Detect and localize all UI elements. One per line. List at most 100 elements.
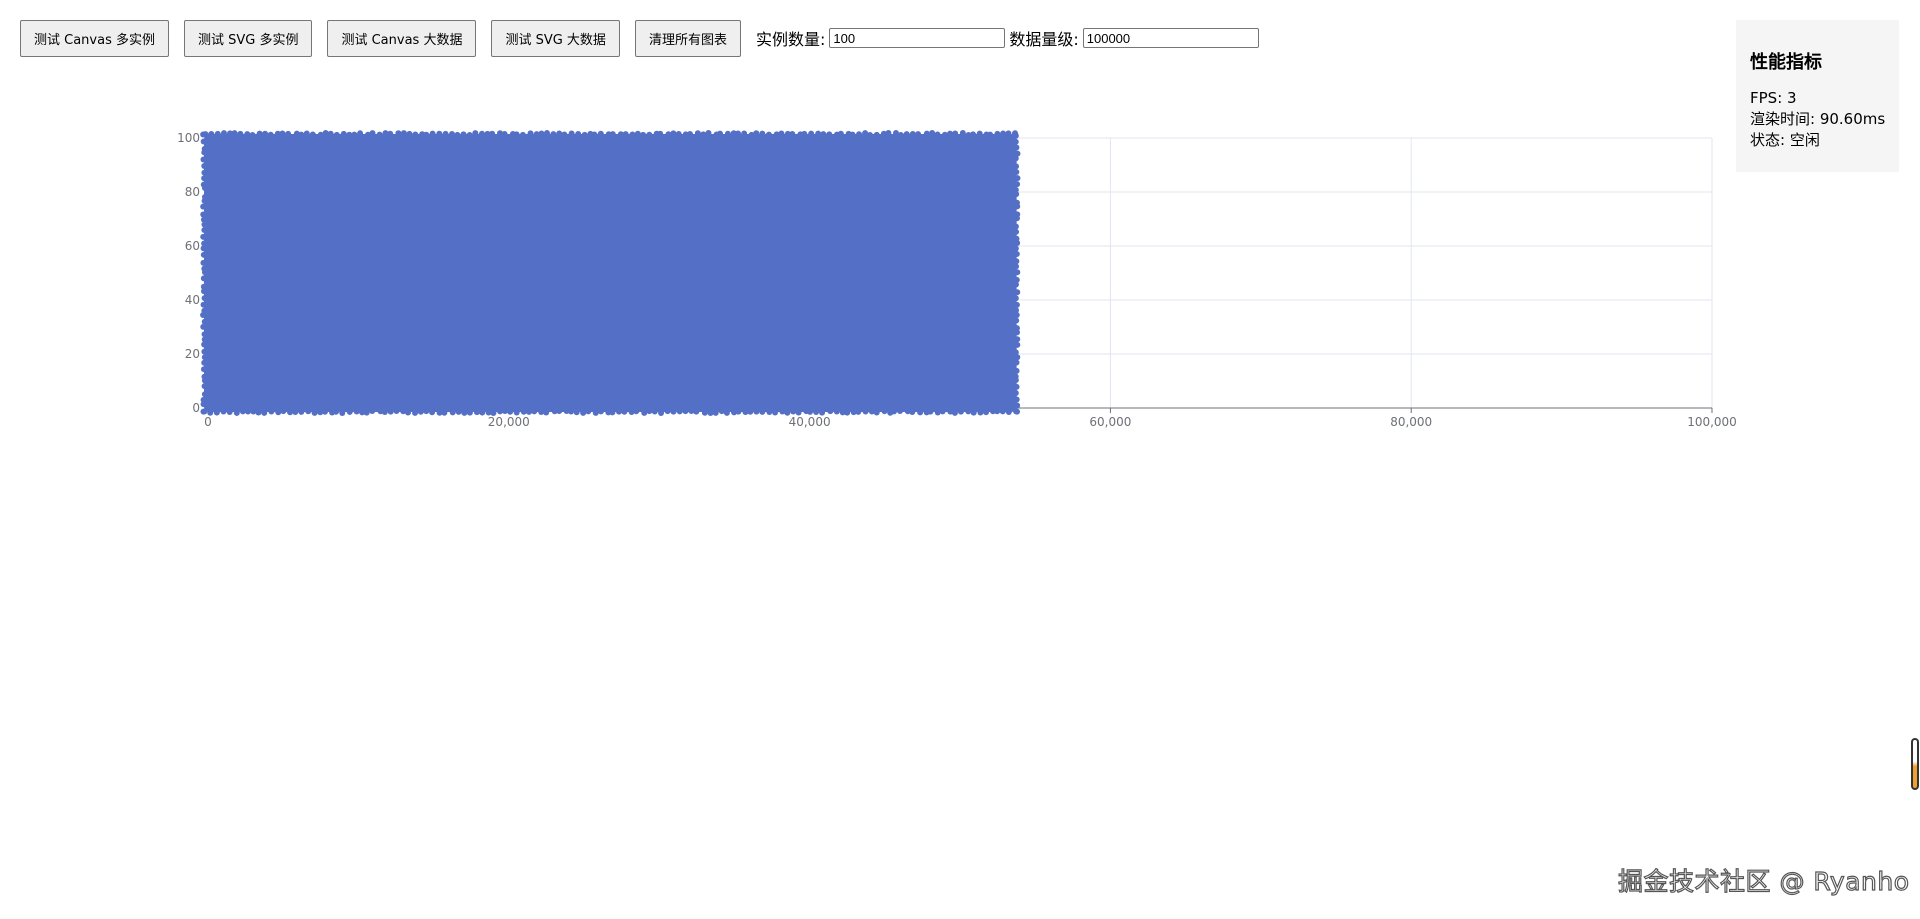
scatter-point [1013, 359, 1020, 366]
scatter-point [423, 131, 430, 138]
scatter-point [369, 130, 376, 137]
test-canvas-big-data-button[interactable]: 测试 Canvas 大数据 [327, 19, 477, 57]
performance-metrics-panel: 性能指标 FPS: 3 渲染时间: 90.60ms 状态: 空闲 [1736, 20, 1899, 172]
scatter-point [351, 131, 358, 138]
scatter-point [466, 131, 473, 138]
scatter-point [201, 269, 208, 276]
scatter-point [597, 408, 604, 415]
scatter-point [214, 130, 221, 137]
scatter-point [501, 408, 508, 415]
scatter-point [490, 409, 497, 416]
scatter-point [844, 409, 851, 416]
scatter-point [1014, 341, 1021, 348]
scatter-point [701, 409, 708, 416]
scatter-point [915, 131, 922, 138]
scatter-point [201, 227, 208, 234]
instance-count-input[interactable] [829, 28, 1006, 48]
scatter-point [965, 408, 972, 415]
scatter-point [675, 131, 682, 138]
scatter-point [489, 130, 496, 137]
scatter-point [200, 312, 207, 319]
scatter-point [309, 131, 316, 138]
clear-all-charts-button[interactable]: 清理所有图表 [634, 19, 741, 57]
scatter-point [609, 409, 616, 416]
scatter-point [881, 408, 888, 415]
test-svg-multi-instance-button[interactable]: 测试 SVG 多实例 [183, 19, 313, 57]
fps-value: FPS: 3 [1750, 89, 1797, 107]
scatter-point [670, 408, 677, 415]
scatter-point [1014, 175, 1021, 182]
scatter-point [441, 409, 448, 416]
scatter-point [262, 130, 269, 137]
scatter-point [298, 131, 305, 138]
scatter-point [1012, 138, 1019, 145]
scatter-point [201, 391, 208, 398]
scatter-point [640, 131, 647, 138]
scatter-point [1013, 367, 1020, 374]
scatter-point [201, 162, 208, 169]
scatter-point [772, 409, 779, 416]
scatter-point [207, 409, 214, 416]
y-tick-label: 100 [177, 131, 200, 145]
scatter-point [201, 288, 208, 295]
scatter-point [513, 131, 520, 138]
test-svg-big-data-button[interactable]: 测试 SVG 大数据 [491, 19, 620, 57]
scatter-point [1013, 408, 1020, 415]
scatter-point [285, 130, 292, 137]
scatter-point [200, 131, 207, 138]
scatter-point [1013, 168, 1020, 175]
scatter-point [581, 131, 588, 138]
scatter-point [280, 408, 287, 415]
scatter-point [575, 130, 582, 137]
scatter-point [977, 409, 984, 416]
scatter-point [970, 409, 977, 416]
scatter-point [717, 130, 724, 137]
scatter-point [1013, 263, 1020, 270]
scatter-point [423, 408, 430, 415]
test-canvas-multi-instance-button[interactable]: 测试 Canvas 多实例 [20, 19, 169, 57]
scatter-point [1005, 130, 1012, 137]
scatter-point [759, 408, 766, 415]
scatter-point [856, 131, 863, 138]
scatter-chart[interactable]: 0 20,000 40,000 60,000 80,000 100,000 0 20 40 60 8… [160, 120, 1740, 440]
scatter-point [951, 409, 958, 416]
scatter-point [275, 409, 282, 416]
scatter-point [1013, 228, 1020, 235]
scatter-point [707, 409, 714, 416]
scatter-point [694, 130, 701, 137]
scatter-point [885, 130, 892, 137]
scatter-point [801, 130, 808, 137]
scatter-point [700, 131, 707, 138]
scatter-point [609, 131, 616, 138]
scatter-point [478, 130, 485, 137]
scatter-point [705, 130, 712, 137]
scatter-point [201, 383, 208, 390]
y-tick-label: 20 [185, 347, 200, 361]
scatter-point [1014, 203, 1021, 210]
scatter-point [200, 408, 207, 415]
scatter-point [473, 409, 480, 416]
scatter-point [387, 130, 394, 137]
scatter-point [454, 131, 461, 138]
scatter-point [903, 131, 910, 138]
scatter-point [233, 409, 240, 416]
scatter-point [429, 130, 436, 137]
scatter-point [927, 408, 934, 415]
scatter-point [819, 409, 826, 416]
scatter-point [200, 233, 207, 240]
scatter-point [1005, 408, 1012, 415]
scatter-point [807, 408, 814, 415]
scatter-point [753, 130, 760, 137]
scatter-point [849, 131, 856, 138]
scroll-indicator[interactable] [1911, 738, 1919, 790]
scatter-point [959, 130, 966, 137]
scatter-point [633, 408, 640, 415]
scatter-point [891, 408, 898, 415]
scatter-point [1014, 289, 1021, 296]
scatter-point [255, 409, 262, 416]
scatter-point [1012, 281, 1019, 288]
scatter-point [200, 259, 207, 266]
metrics-title: 性能指标 [1750, 52, 1822, 73]
scatter-point [909, 130, 916, 137]
data-size-input[interactable] [1082, 28, 1259, 48]
